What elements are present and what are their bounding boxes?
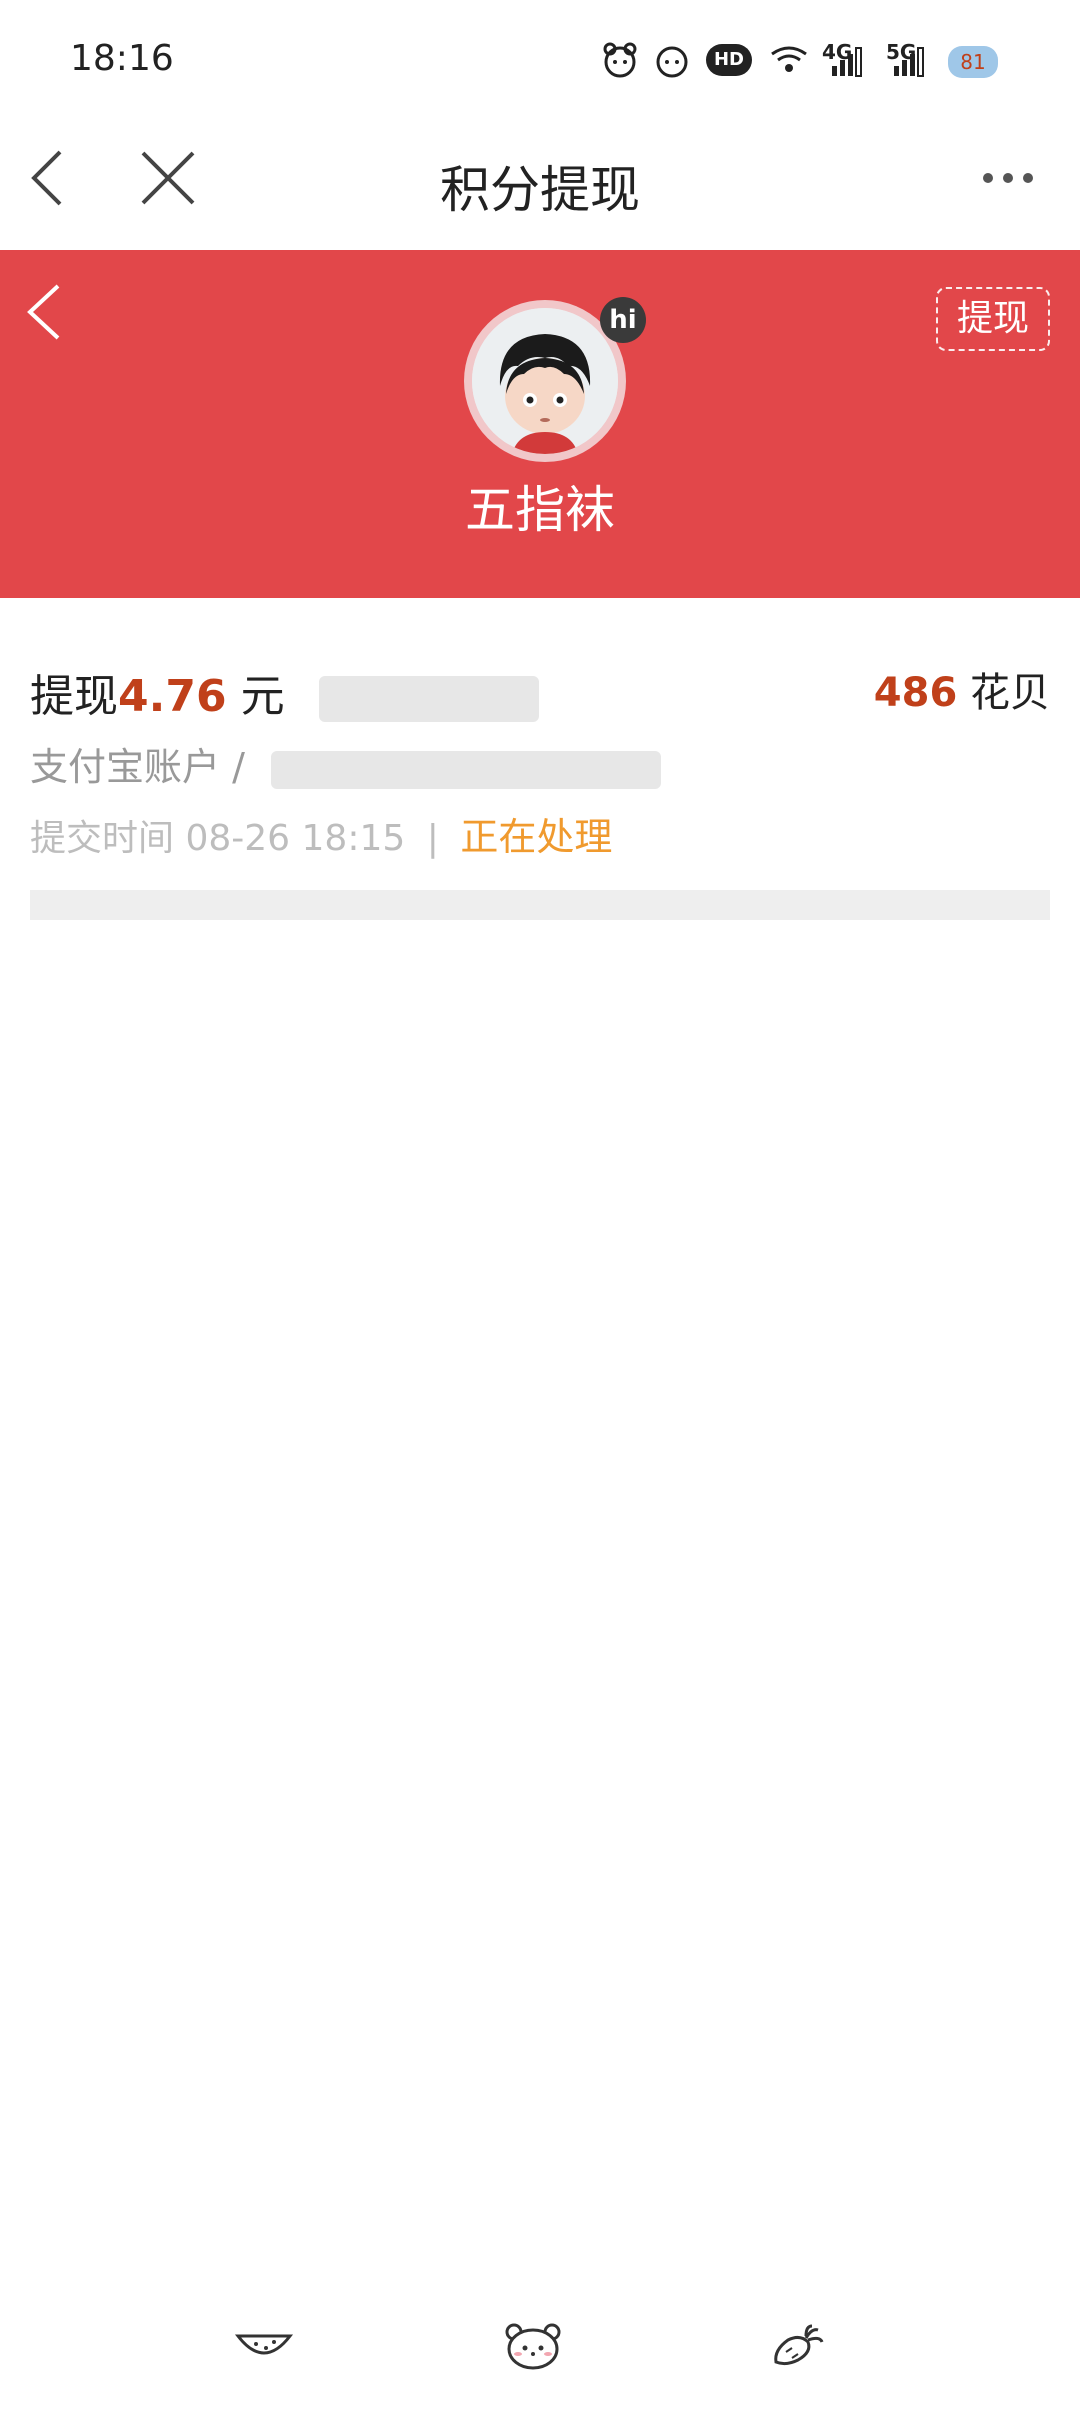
withdraw-amount: 4.76 [118,671,227,722]
wifi-icon [771,46,807,72]
watermelon-icon[interactable] [234,2330,294,2364]
hi-badge: hi [600,297,646,343]
banner-back-icon[interactable] [26,282,62,342]
account-redacted [270,750,661,789]
hd-icon: HD [706,44,752,76]
status-bar: 18:16 HD 4G 5G 81 [0,0,1080,120]
submit-time-line: 提交时间 08-26 18:15 | 正在处理 [30,806,612,861]
points-unit: 花贝 [970,670,1050,716]
fee-redacted [318,676,539,722]
page-title: 积分提现 [440,161,640,219]
more-horizontal-icon[interactable] [980,170,1036,186]
separator: | [426,818,439,859]
avatar[interactable] [472,308,618,454]
withdraw-label: 提现 [30,671,118,722]
withdraw-record-title: 提现4.76 元 [30,660,539,724]
battery-icon: 81 [948,46,998,78]
withdraw-button[interactable]: 提现 [936,287,1050,351]
account-label: 支付宝账户 / [30,745,245,789]
account-line: 支付宝账户 / [30,736,661,791]
cat-face-icon [656,46,688,78]
withdraw-unit: 元 [240,671,285,722]
signal-icon [894,47,924,77]
bear-face-icon[interactable] [504,2322,562,2370]
status-time: 18:16 [70,38,174,79]
divider [30,890,1050,920]
points-display: 486 花贝 [874,660,1050,718]
pet-face-icon [603,42,637,78]
carrot-icon[interactable] [770,2324,826,2368]
avatar-image [472,308,618,454]
signal-icon [832,47,862,77]
submit-time: 08-26 18:15 [185,818,406,859]
submit-label: 提交时间 [30,818,175,859]
username: 五指袜 [465,481,615,539]
points-value: 486 [873,670,958,716]
status-badge: 正在处理 [460,815,613,859]
